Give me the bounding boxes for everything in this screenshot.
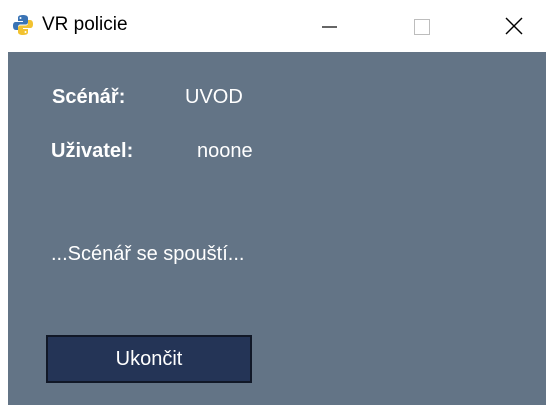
maximize-icon [414,19,430,35]
status-text: ...Scénář se spouští... [51,243,245,265]
maximize-button[interactable] [398,0,444,52]
scenario-value: UVOD [185,86,243,108]
python-icon [12,14,34,36]
close-button[interactable] [491,0,537,52]
close-icon [505,17,523,35]
scenario-label: Scénář: [52,86,126,108]
user-value: noone [197,140,253,162]
main-panel: Scénář: UVOD Uživatel: noone ...Scénář s… [8,52,546,405]
minimize-icon [322,26,337,28]
quit-button[interactable]: Ukončit [46,335,252,383]
app-window: VR policie Scénář: UVOD Uživatel: noone … [0,0,554,405]
minimize-button[interactable] [306,0,352,52]
user-label: Uživatel: [51,140,134,162]
window-title: VR policie [42,14,128,35]
title-bar[interactable]: VR policie [0,0,554,52]
